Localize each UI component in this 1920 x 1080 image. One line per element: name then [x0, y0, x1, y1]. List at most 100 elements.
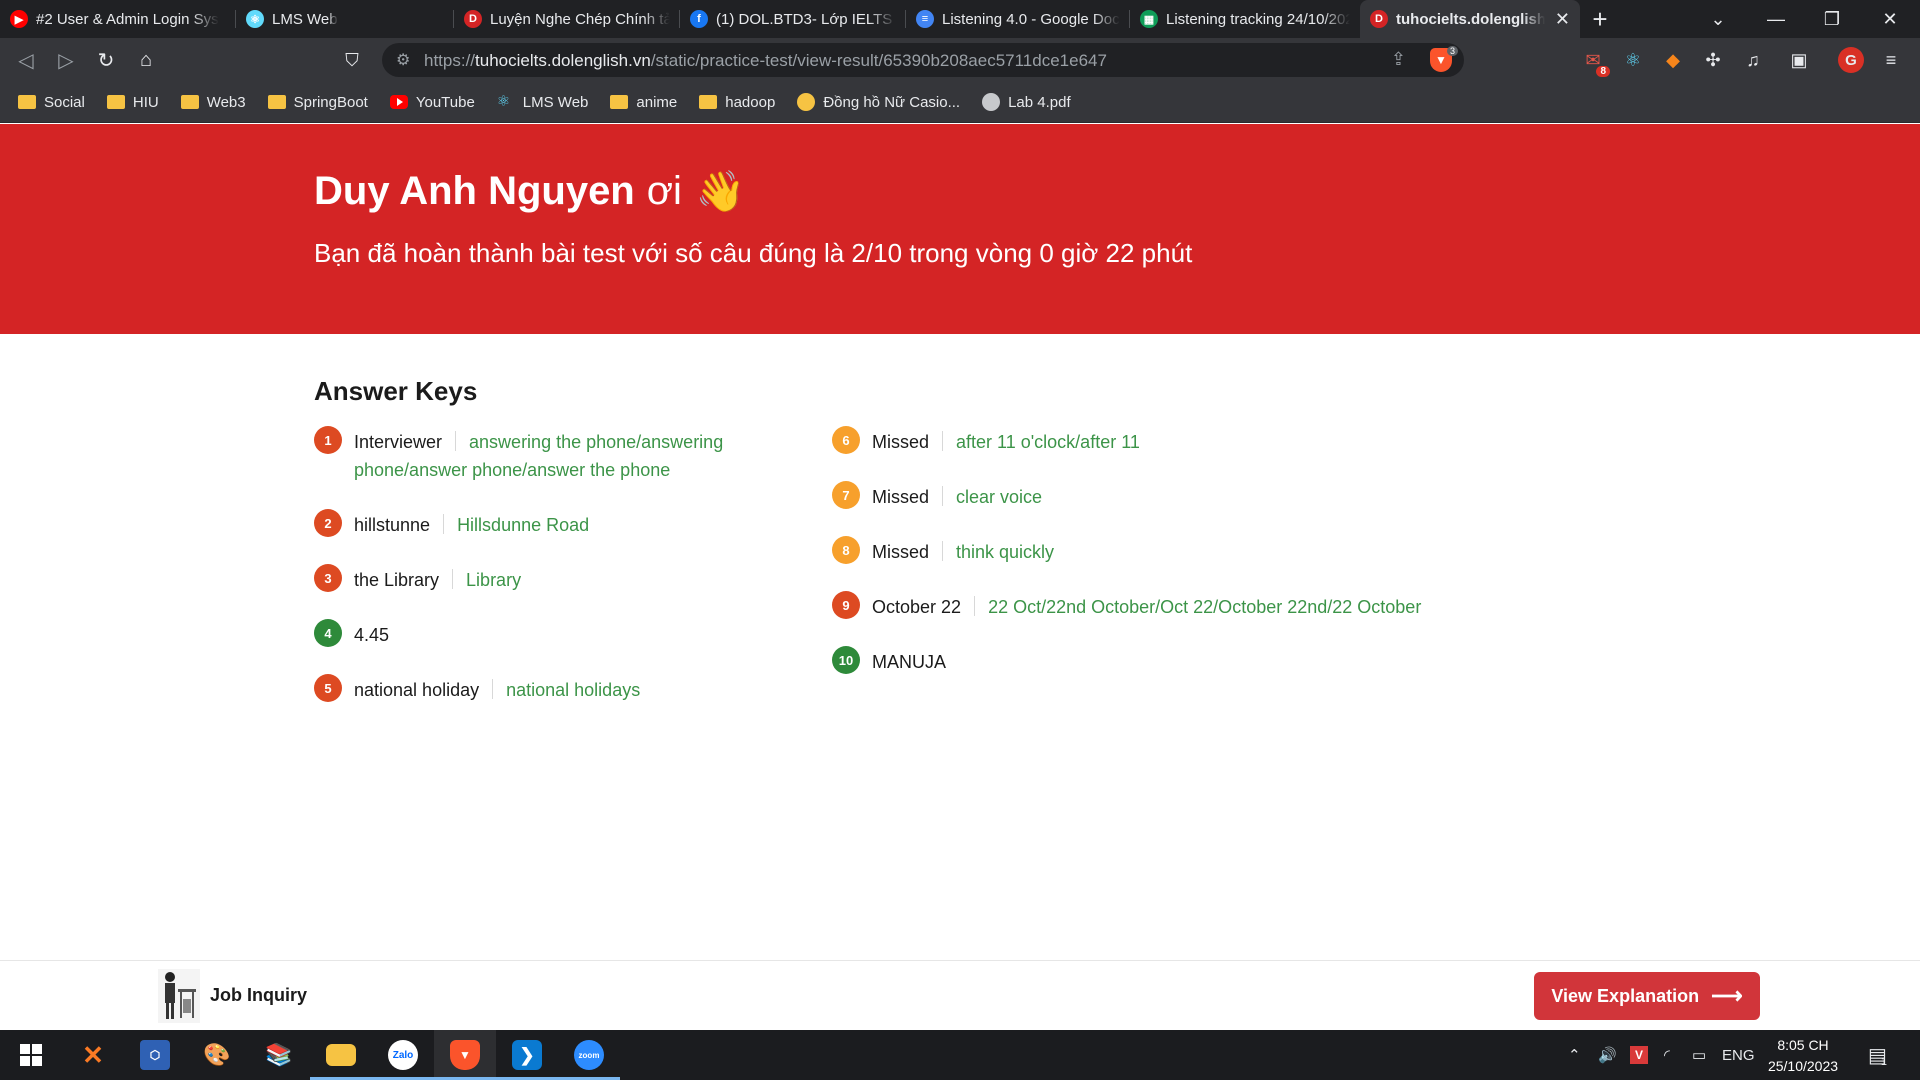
battery-icon[interactable]: ▭ [1692, 1030, 1706, 1080]
bookmark-item[interactable]: Lab 4.pdf [982, 93, 1071, 111]
answer-text: MANUJA [872, 648, 946, 676]
mail-badge: 8 [1596, 66, 1610, 77]
xampp-icon[interactable]: ✕ [62, 1030, 124, 1080]
question-number-badge: 7 [832, 481, 860, 509]
reload-button[interactable]: ↻ [90, 44, 122, 76]
home-button[interactable]: ⌂ [130, 44, 162, 76]
metamask-icon[interactable]: ◆ [1660, 47, 1686, 73]
user-response: the Library [354, 570, 440, 590]
volume-icon[interactable]: 🔊 [1598, 1030, 1617, 1080]
vscode-icon[interactable]: ❯ [496, 1030, 558, 1080]
browser-tab[interactable]: D Luyện Nghe Chép Chính tả [454, 0, 680, 38]
wifi-icon[interactable]: ◜ [1664, 1030, 1670, 1080]
back-button[interactable]: ◁ [10, 44, 42, 76]
input-language[interactable]: ENG [1722, 1030, 1755, 1080]
close-window-button[interactable]: ✕ [1862, 0, 1918, 38]
mail-icon[interactable]: ✉ 8 [1580, 47, 1610, 77]
globe-icon [982, 93, 1001, 111]
bookmark-item[interactable]: HIU [106, 93, 159, 111]
bookmark-label: SpringBoot [293, 93, 368, 111]
bookmark-item[interactable]: Web3 [180, 94, 246, 111]
profile-avatar[interactable]: G [1838, 47, 1864, 73]
zoom-icon[interactable]: zoom [558, 1030, 620, 1080]
user-response: Missed [872, 542, 930, 562]
url-text[interactable]: https://tuhocielts.dolenglish.vn/static/… [424, 51, 1107, 71]
system-clock[interactable]: 8:05 CH 25/10/2023 [1758, 1035, 1848, 1077]
folder-icon [699, 95, 718, 109]
browser-tab[interactable]: f (1) DOL.BTD3- Lớp IELTS 4.0 [680, 0, 906, 38]
brave-shields-count: 3 [1446, 46, 1458, 56]
windows-logo-icon [20, 1044, 42, 1066]
question-number-badge: 4 [314, 619, 342, 647]
wallet-icon[interactable]: ▣ [1786, 47, 1812, 73]
question-number-badge: 3 [314, 564, 342, 592]
bookmark-item[interactable]: Đồng hồ Nữ Casio... [797, 93, 960, 111]
restore-button[interactable]: ❐ [1804, 0, 1860, 38]
bookmark-label: Lab 4.pdf [1008, 93, 1071, 111]
sticky-footer: Job Inquiry View Explanation ⟶ [0, 960, 1920, 1030]
tab-title: LMS Web [272, 10, 338, 28]
view-explanation-label: View Explanation [1551, 985, 1700, 1006]
bookmark-label: Đồng hồ Nữ Casio... [823, 93, 961, 111]
paint-icon[interactable]: 🎨 [186, 1030, 248, 1080]
bookmark-item[interactable]: anime [610, 94, 677, 111]
extensions-icon[interactable]: ✣ [1700, 47, 1726, 73]
user-response: Interviewer [354, 432, 443, 452]
react-devtools-icon[interactable]: ⚛ [1620, 47, 1646, 73]
answer-divider [942, 431, 944, 451]
bookmark-item[interactable]: hadoop [699, 94, 775, 111]
answer-row: 9 October 22 22 Oct/22nd October/Oct 22/Oc… [832, 591, 1592, 621]
bookmarks-bar: Social HIU Web3 SpringBoot YouTube ⚛ LMS Web an… [0, 82, 1920, 123]
virtualbox-icon[interactable]: ⬡ [124, 1030, 186, 1080]
browser-toolbar: ◁ ▷ ↻ ⌂ ⛉ ⚙ https://tuhocielts.dolenglis… [0, 38, 1920, 82]
answer-row: 8 Missed think quickly [832, 536, 1592, 566]
bookmark-item[interactable]: Social [18, 94, 85, 111]
browser-tab[interactable]: Dtuhocielts.dolenglish.vn ✕ [1360, 0, 1580, 38]
browser-tab[interactable]: ▦ Listening tracking 24/10/2023 [1130, 0, 1360, 38]
answer-divider [443, 514, 445, 534]
answer-text: Missed after 11 o'clock/after 11 [872, 428, 1140, 456]
bookmark-label: anime [636, 93, 678, 111]
user-name: Duy Anh Nguyen [314, 169, 635, 213]
show-hidden-icons-button[interactable]: ⌃ [1568, 1030, 1581, 1080]
menu-icon[interactable]: ≡ [1878, 47, 1904, 73]
dol-icon: D [1370, 10, 1388, 28]
close-tab-icon[interactable]: ✕ [1555, 9, 1570, 30]
question-number-badge: 6 [832, 426, 860, 454]
browser-tab[interactable]: ⚛ LMS Web [236, 0, 454, 38]
zalo-icon[interactable]: Zalo [372, 1030, 434, 1080]
winrar-icon[interactable]: 📚 [248, 1030, 310, 1080]
view-explanation-button[interactable]: View Explanation ⟶ [1534, 972, 1760, 1020]
minimize-button[interactable]: — [1748, 0, 1804, 38]
browser-tab[interactable]: ▶ #2 User & Admin Login Sys [0, 0, 236, 38]
tab-search-chevron-icon[interactable]: ⌄ [1690, 0, 1746, 38]
media-controls-icon[interactable]: ♫ [1740, 47, 1766, 73]
tab-title: #2 User & Admin Login Sys [36, 10, 219, 28]
bookmark-label: HIU [132, 93, 159, 111]
bookmark-item[interactable]: ⚛ LMS Web [497, 93, 589, 111]
question-number-badge: 9 [832, 591, 860, 619]
answer-row: 1 Interviewer answering the phone/answerin… [314, 426, 794, 484]
user-response: Missed [872, 432, 930, 452]
facebook-icon: f [690, 10, 708, 28]
brave-icon[interactable]: ▼ [434, 1030, 496, 1080]
address-bar[interactable]: ⚙ https://tuhocielts.dolenglish.vn/stati… [382, 43, 1464, 77]
question-number-badge: 2 [314, 509, 342, 537]
bookmark-item[interactable]: SpringBoot [267, 93, 368, 111]
bookmark-icon[interactable]: ⛉ [336, 44, 368, 76]
notification-center-icon[interactable]: ▤ 1 [1868, 1030, 1887, 1080]
browser-tab[interactable]: ≡ Listening 4.0 - Google Docs [906, 0, 1130, 38]
forward-button[interactable]: ▷ [50, 44, 82, 76]
site-settings-icon[interactable]: ⚙ [396, 50, 410, 70]
question-number-badge: 5 [314, 674, 342, 702]
folder-icon [18, 95, 36, 109]
new-tab-button[interactable]: + [1580, 0, 1620, 38]
file-explorer-icon[interactable] [310, 1030, 372, 1080]
tab-title: Luyện Nghe Chép Chính tả [490, 10, 670, 28]
share-icon[interactable]: ⇪ [1391, 49, 1406, 70]
start-button[interactable] [0, 1030, 62, 1080]
bookmark-item[interactable]: YouTube [389, 94, 475, 111]
windows-taskbar: ✕ ⬡ 🎨 📚 Zalo ▼ ❯ zoom ⌃ 🔊 V ◜ ▭ ENG 8:05… [0, 1030, 1920, 1080]
vivaldi-tray-icon[interactable]: V [1630, 1030, 1648, 1080]
dol-icon: D [464, 10, 482, 28]
